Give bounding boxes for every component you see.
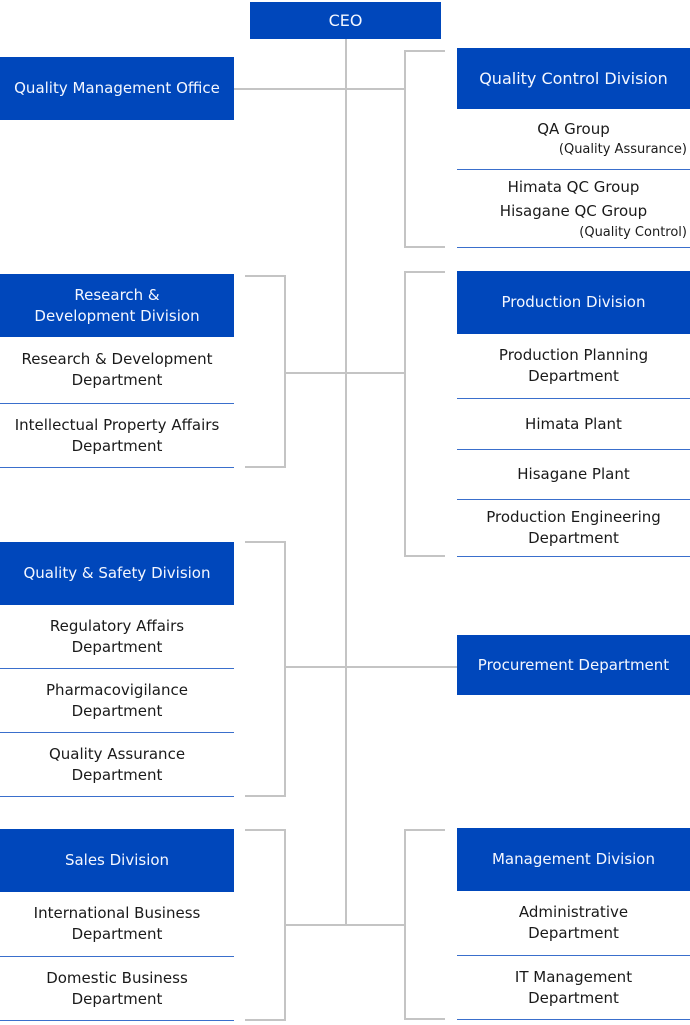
bracket-qs-bottom — [245, 795, 286, 797]
procurement-department-box[interactable]: Procurement Department — [457, 635, 690, 695]
unit-label: Hisagane Plant — [517, 465, 630, 483]
production-division-label: Production Division — [501, 293, 646, 311]
unit-label: QA Group — [537, 119, 610, 138]
ceo-label: CEO — [328, 11, 363, 30]
quality-management-office-box[interactable]: Quality Management Office — [0, 57, 234, 120]
unit-himata-plant[interactable]: Himata Plant — [457, 399, 690, 450]
rd-division-label: Research & Development Division — [34, 285, 200, 325]
bracket-sales-top — [245, 829, 286, 831]
unit-quality-assurance-dept[interactable]: Quality Assurance Department — [0, 733, 234, 797]
unit-label: Himata QC Group Hisagane QC Group — [499, 177, 648, 220]
unit-note: (Quality Assurance) — [558, 141, 687, 157]
bracket-rd-top — [245, 275, 286, 277]
unit-international-business[interactable]: International Business Department — [0, 892, 234, 957]
unit-label: Himata Plant — [525, 414, 622, 433]
unit-it-management[interactable]: IT Management Department — [457, 956, 690, 1020]
production-division-box[interactable]: Production Division — [457, 271, 690, 334]
unit-label: International Business Department — [33, 904, 201, 943]
unit-ip-affairs[interactable]: Intellectual Property Affairs Department — [0, 404, 234, 468]
unit-label: Administrative Department — [518, 903, 629, 942]
bracket-sales-bottom — [245, 1019, 286, 1021]
rd-division-box[interactable]: Research & Development Division — [0, 274, 234, 337]
bracket-qc-top — [404, 50, 445, 52]
connector-qs-procurement — [285, 666, 457, 668]
unit-label: Research & Development Department — [21, 350, 213, 389]
bracket-management — [404, 829, 406, 1020]
sales-division-label: Sales Division — [64, 851, 170, 869]
bracket-rd-bottom — [245, 466, 286, 468]
unit-label: Intellectual Property Affairs Department — [14, 415, 220, 455]
procurement-label: Procurement Department — [477, 655, 670, 674]
connector-qmo-qc — [234, 88, 406, 90]
bracket-qs — [284, 541, 286, 797]
unit-label: Pharmacovigilance Department — [46, 680, 188, 720]
bracket-qc-bottom — [404, 246, 445, 248]
quality-safety-division-box[interactable]: Quality & Safety Division — [0, 542, 234, 605]
qc-division-label: Quality Control Division — [479, 69, 668, 88]
management-division-box[interactable]: Management Division — [457, 828, 690, 891]
unit-qc-groups[interactable]: Himata QC Group Hisagane QC Group (Quali… — [457, 170, 690, 248]
unit-pharmacovigilance[interactable]: Pharmacovigilance Department — [0, 669, 234, 733]
qmo-label: Quality Management Office — [14, 79, 220, 97]
unit-rd-department[interactable]: Research & Development Department — [0, 337, 234, 404]
unit-qa-group[interactable]: QA Group (Quality Assurance) — [457, 109, 690, 170]
unit-production-engineering[interactable]: Production Engineering Department — [457, 500, 690, 557]
bracket-production-top — [404, 271, 445, 273]
qs-division-label: Quality & Safety Division — [23, 564, 211, 582]
quality-control-division-box[interactable]: Quality Control Division — [457, 48, 690, 109]
bracket-qs-top — [245, 541, 286, 543]
management-division-label: Management Division — [491, 850, 655, 868]
unit-label: Domestic Business Department — [46, 968, 188, 1008]
unit-label: Production Engineering Department — [486, 508, 661, 547]
connector-rd-production — [285, 372, 406, 374]
unit-label: IT Management Department — [514, 967, 633, 1007]
ceo-box[interactable]: CEO — [250, 2, 441, 39]
unit-label: Production Planning Department — [498, 346, 649, 385]
bracket-rd — [284, 275, 286, 467]
bracket-qc — [404, 50, 406, 248]
bracket-management-bottom — [404, 1018, 445, 1020]
unit-hisagane-plant[interactable]: Hisagane Plant — [457, 450, 690, 500]
bracket-production-bottom — [404, 555, 445, 557]
bracket-management-top — [404, 829, 445, 831]
connector-trunk — [345, 39, 347, 926]
unit-note: (Quality Control) — [579, 224, 687, 240]
unit-production-planning[interactable]: Production Planning Department — [457, 334, 690, 399]
bracket-production — [404, 271, 406, 557]
unit-label: Quality Assurance Department — [48, 744, 186, 784]
connector-sales-management — [285, 924, 406, 926]
unit-domestic-business[interactable]: Domestic Business Department — [0, 957, 234, 1021]
unit-administrative[interactable]: Administrative Department — [457, 891, 690, 956]
sales-division-box[interactable]: Sales Division — [0, 829, 234, 892]
unit-label: Regulatory Affairs Department — [49, 616, 185, 656]
unit-regulatory-affairs[interactable]: Regulatory Affairs Department — [0, 605, 234, 669]
